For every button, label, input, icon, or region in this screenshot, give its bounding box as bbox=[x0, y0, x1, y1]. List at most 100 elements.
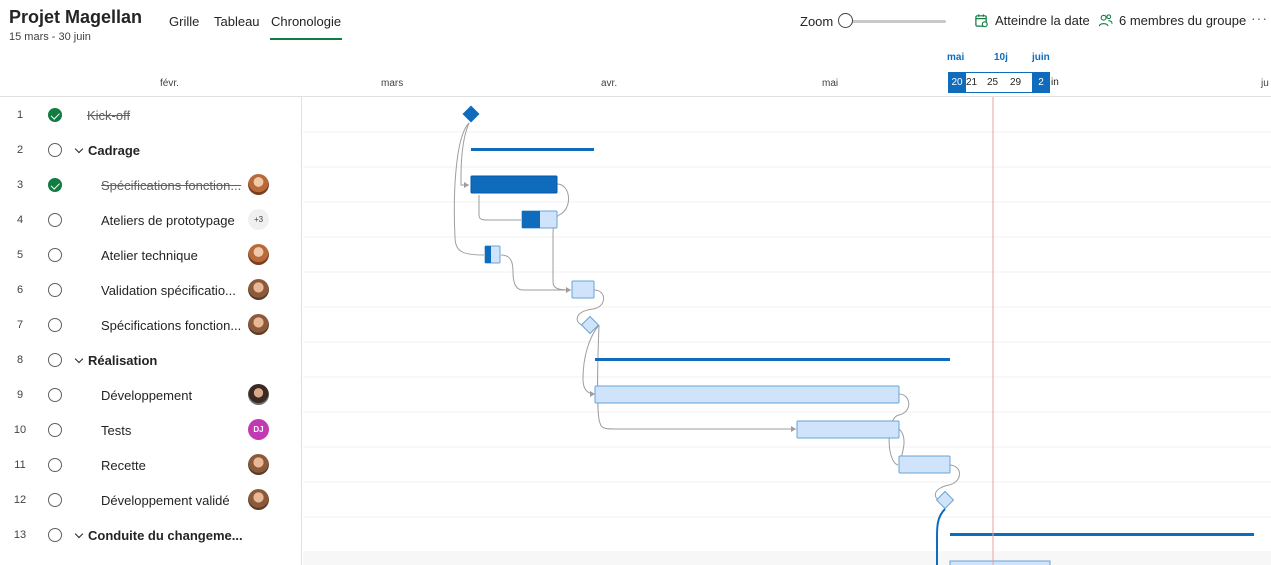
task-name[interactable]: Développement validé bbox=[101, 493, 230, 508]
task-name[interactable]: Atelier technique bbox=[101, 248, 198, 263]
task-row[interactable]: 3 Spécifications fonction... bbox=[0, 167, 302, 202]
task-row[interactable]: 4 Ateliers de prototypage +3 bbox=[0, 202, 302, 237]
task-name[interactable]: Spécifications fonction... bbox=[101, 318, 241, 333]
task-name[interactable]: Spécifications fonction... bbox=[101, 178, 241, 193]
connector-arrow bbox=[791, 426, 796, 432]
task-row[interactable]: 11 Recette bbox=[0, 447, 302, 482]
task-bar-partial[interactable] bbox=[949, 560, 1051, 565]
milestone-developpement-valide[interactable] bbox=[935, 490, 955, 510]
avatar-initials[interactable]: DJ bbox=[248, 419, 269, 440]
task-name[interactable]: Tests bbox=[101, 423, 131, 438]
summary-bar-conduite[interactable] bbox=[950, 533, 1254, 536]
month-label-may: mai bbox=[822, 78, 839, 89]
status-circle-icon[interactable] bbox=[48, 353, 62, 367]
group-members-label: 6 membres du groupe bbox=[1119, 13, 1247, 28]
task-number: 8 bbox=[16, 354, 24, 366]
month-label-jul: ju bbox=[1261, 78, 1269, 89]
summary-bar-realisation[interactable] bbox=[595, 358, 950, 361]
task-row[interactable]: 5 Atelier technique bbox=[0, 237, 302, 272]
range-top-left-label: mai bbox=[947, 52, 965, 63]
task-group-name[interactable]: Cadrage bbox=[88, 143, 140, 158]
tab-tableau[interactable]: Tableau bbox=[214, 14, 260, 29]
gantt-chart bbox=[303, 97, 1271, 565]
avatar[interactable] bbox=[248, 244, 269, 265]
connector-arrow bbox=[566, 287, 571, 293]
task-bar-developpement[interactable] bbox=[594, 385, 900, 404]
people-icon bbox=[1098, 14, 1113, 27]
status-circle-icon[interactable] bbox=[48, 423, 62, 437]
task-number: 13 bbox=[13, 529, 27, 541]
task-name[interactable]: Kick-off bbox=[87, 108, 130, 123]
goto-date-button[interactable]: Atteindre la date bbox=[974, 13, 1090, 28]
task-row[interactable]: 9 Développement bbox=[0, 377, 302, 412]
calendar-icon bbox=[975, 14, 988, 28]
status-circle-icon[interactable] bbox=[48, 388, 62, 402]
more-options-icon[interactable]: ··· bbox=[1251, 10, 1268, 26]
task-bar-validation[interactable] bbox=[571, 280, 595, 299]
avatar-overflow[interactable]: +3 bbox=[248, 209, 269, 230]
chevron-down-icon[interactable] bbox=[74, 354, 84, 364]
task-name[interactable]: Développement bbox=[101, 388, 192, 403]
task-number: 7 bbox=[16, 319, 24, 331]
completed-check-icon[interactable] bbox=[48, 178, 62, 192]
project-title[interactable]: Projet Magellan bbox=[9, 7, 142, 28]
chevron-down-icon[interactable] bbox=[74, 529, 84, 539]
task-number: 9 bbox=[16, 389, 24, 401]
milestone-specifications[interactable] bbox=[580, 315, 600, 335]
task-row[interactable]: 8 Réalisation bbox=[0, 342, 302, 377]
range-end-handle[interactable]: 2 bbox=[1032, 72, 1050, 93]
status-circle-icon[interactable] bbox=[48, 458, 62, 472]
status-circle-icon[interactable] bbox=[48, 493, 62, 507]
task-row[interactable]: 6 Validation spécificatio... bbox=[0, 272, 302, 307]
task-row[interactable]: 7 Spécifications fonction... bbox=[0, 307, 302, 342]
task-row[interactable]: 2 Cadrage bbox=[0, 132, 302, 167]
tab-chronologie[interactable]: Chronologie bbox=[271, 14, 341, 29]
completed-check-icon[interactable] bbox=[48, 108, 62, 122]
avatar[interactable] bbox=[248, 279, 269, 300]
milestone-kick-off[interactable] bbox=[462, 105, 480, 123]
task-row[interactable]: 13 Conduite du changeme... bbox=[0, 517, 302, 552]
status-circle-icon[interactable] bbox=[48, 143, 62, 157]
task-row[interactable]: 1 Kick-off bbox=[0, 97, 302, 132]
task-number: 6 bbox=[16, 284, 24, 296]
status-circle-icon[interactable] bbox=[48, 283, 62, 297]
task-number: 5 bbox=[16, 249, 24, 261]
group-members-button[interactable]: 6 membres du groupe bbox=[1098, 13, 1246, 28]
avatar[interactable] bbox=[248, 314, 269, 335]
task-row[interactable]: 10 Tests DJ bbox=[0, 412, 302, 447]
zoom-slider-track[interactable] bbox=[846, 20, 946, 23]
task-name[interactable]: Ateliers de prototypage bbox=[101, 213, 235, 228]
task-row[interactable]: 12 Développement validé bbox=[0, 482, 302, 517]
avatar[interactable] bbox=[248, 384, 269, 405]
status-circle-icon[interactable] bbox=[48, 528, 62, 542]
summary-bar-cadrage[interactable] bbox=[471, 148, 594, 151]
chevron-down-icon[interactable] bbox=[74, 144, 84, 154]
task-number: 2 bbox=[16, 144, 24, 156]
range-after-label: in bbox=[1051, 77, 1059, 88]
task-number: 3 bbox=[16, 179, 24, 191]
range-start-handle[interactable]: 20 bbox=[948, 72, 966, 93]
zoom-label: Zoom bbox=[800, 14, 834, 29]
connector-arrow bbox=[590, 391, 595, 397]
avatar[interactable] bbox=[248, 174, 269, 195]
tab-grille[interactable]: Grille bbox=[169, 14, 199, 29]
task-bar-progress bbox=[522, 211, 540, 228]
range-tick: 25 bbox=[987, 77, 999, 88]
task-bar-specifications[interactable] bbox=[470, 175, 558, 194]
zoom-slider-thumb[interactable] bbox=[838, 13, 853, 28]
avatar[interactable] bbox=[248, 489, 269, 510]
timeline-axis: févr. mars avr. mai ju bbox=[0, 56, 1271, 97]
avatar[interactable] bbox=[248, 454, 269, 475]
status-circle-icon[interactable] bbox=[48, 248, 62, 262]
task-bar-recette[interactable] bbox=[898, 455, 951, 474]
status-circle-icon[interactable] bbox=[48, 318, 62, 332]
range-tick: 29 bbox=[1010, 77, 1022, 88]
task-name[interactable]: Recette bbox=[101, 458, 146, 473]
task-bar-tests[interactable] bbox=[796, 420, 900, 439]
task-name[interactable]: Validation spécificatio... bbox=[101, 283, 236, 298]
range-tick: 21 bbox=[966, 77, 978, 88]
task-group-name[interactable]: Réalisation bbox=[88, 353, 157, 368]
status-circle-icon[interactable] bbox=[48, 213, 62, 227]
task-group-name[interactable]: Conduite du changeme... bbox=[88, 528, 243, 543]
project-dates: 15 mars - 30 juin bbox=[9, 31, 91, 43]
